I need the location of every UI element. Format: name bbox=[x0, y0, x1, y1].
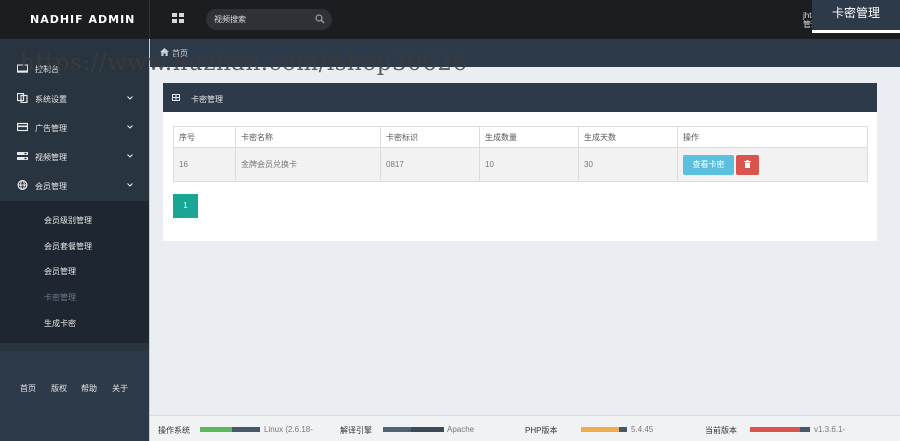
status-engine-label: 解译引擎 bbox=[340, 426, 372, 435]
status-php-label: PHP版本 bbox=[525, 426, 558, 435]
submenu-item-member-packages[interactable]: 会员套餐管理 bbox=[44, 241, 92, 252]
submenu-item-member-levels[interactable]: 会员级别管理 bbox=[44, 215, 92, 226]
column-header-actions: 操作 bbox=[677, 126, 868, 148]
status-engine-bar bbox=[383, 427, 444, 432]
sidebar-item-videos[interactable]: 视频管理 bbox=[0, 142, 149, 171]
members-submenu: 会员级别管理 会员套餐管理 会员管理 卡密管理 生成卡密 bbox=[0, 201, 149, 343]
panel-title: 卡密管理 bbox=[191, 95, 223, 104]
table-icon bbox=[172, 94, 180, 101]
chevron-down-icon bbox=[127, 154, 133, 158]
submenu-item-card-codes[interactable]: 卡密管理 bbox=[44, 292, 76, 303]
column-header-id: 序号 bbox=[173, 126, 236, 148]
sidebar-item-label: 视频管理 bbox=[35, 153, 67, 162]
brand-logo[interactable]: NADHIF ADMIN bbox=[0, 0, 150, 39]
sidebar-item-label: 系统设置 bbox=[35, 95, 67, 104]
panel-body: 序号 卡密名称 卡密标识 生成数量 生成天数 操作 16 金牌会员兑换卡 081… bbox=[163, 112, 877, 241]
delete-button[interactable] bbox=[736, 154, 759, 175]
cell-id: 16 bbox=[173, 147, 236, 182]
footer-link-help[interactable]: 帮助 bbox=[81, 383, 97, 394]
search-input[interactable] bbox=[214, 13, 314, 26]
watermark-url: https://www.huzhan.com/ishop30626 bbox=[20, 50, 468, 76]
footer-link-copyright[interactable]: 版权 bbox=[51, 383, 67, 394]
status-php-value: 5.4.45 bbox=[631, 425, 654, 434]
copy-icon bbox=[17, 93, 28, 103]
sidebar-divider bbox=[149, 39, 150, 441]
cell-days: 30 bbox=[578, 147, 678, 182]
server-icon bbox=[17, 152, 28, 160]
table-row: 16 金牌会员兑换卡 0817 10 30 查看卡密 bbox=[173, 147, 868, 182]
chevron-down-icon bbox=[127, 183, 133, 187]
cell-name: 金牌会员兑换卡 bbox=[235, 147, 381, 182]
status-bar: 操作系统 Linux (2.6.18- 解译引擎 Apache PHP版本 5.… bbox=[150, 415, 900, 441]
panel-header: 卡密管理 bbox=[163, 83, 877, 112]
status-version-bar bbox=[750, 427, 810, 432]
cell-code: 0817 bbox=[380, 147, 480, 182]
table-header-row: 序号 卡密名称 卡密标识 生成数量 生成天数 操作 bbox=[173, 126, 868, 148]
card-code-table: 序号 卡密名称 卡密标识 生成数量 生成天数 操作 16 金牌会员兑换卡 081… bbox=[173, 126, 868, 182]
footer-link-about[interactable]: 关于 bbox=[112, 383, 128, 394]
trash-icon bbox=[744, 159, 751, 168]
card-icon bbox=[17, 122, 28, 132]
sidebar-item-settings[interactable]: 系统设置 bbox=[0, 84, 149, 113]
status-os-label: 操作系统 bbox=[158, 426, 190, 435]
page-title: 卡密管理 bbox=[812, 0, 900, 33]
status-engine-value: Apache bbox=[447, 425, 475, 434]
submenu-item-generate-codes[interactable]: 生成卡密 bbox=[44, 318, 76, 329]
cell-actions: 查看卡密 bbox=[677, 147, 868, 182]
search-icon[interactable] bbox=[315, 14, 325, 24]
top-bar: NADHIF ADMIN jht338339 管理员 bbox=[0, 0, 900, 39]
sidebar-item-label: 广告管理 bbox=[35, 124, 67, 133]
logo-divider bbox=[149, 0, 150, 39]
column-header-days: 生成天数 bbox=[578, 126, 678, 148]
chevron-down-icon bbox=[127, 125, 133, 129]
globe-icon bbox=[17, 180, 28, 190]
submenu-item-members[interactable]: 会员管理 bbox=[44, 266, 76, 277]
status-os-value: Linux (2.6.18- bbox=[264, 425, 313, 434]
status-version-label: 当前版本 bbox=[705, 426, 737, 435]
sidebar-item-members[interactable]: 会员管理 bbox=[0, 171, 149, 200]
status-os-bar bbox=[200, 427, 260, 432]
column-header-name: 卡密名称 bbox=[235, 126, 381, 148]
search-box bbox=[206, 9, 332, 30]
chevron-down-icon bbox=[127, 96, 133, 100]
view-codes-button[interactable]: 查看卡密 bbox=[683, 154, 734, 175]
sidebar-item-label: 会员管理 bbox=[35, 182, 67, 191]
column-header-code: 卡密标识 bbox=[380, 126, 480, 148]
footer-link-home[interactable]: 首页 bbox=[20, 383, 36, 394]
grid-menu-icon[interactable] bbox=[172, 13, 184, 24]
pagination-page-1[interactable]: 1 bbox=[173, 194, 198, 218]
sidebar-item-ads[interactable]: 广告管理 bbox=[0, 113, 149, 142]
status-version-value: v1.3.6.1- bbox=[814, 425, 846, 434]
status-php-bar bbox=[581, 427, 627, 432]
column-header-count: 生成数量 bbox=[479, 126, 579, 148]
sidebar-footer: 首页 版权 帮助 关于 bbox=[0, 351, 149, 441]
cell-count: 10 bbox=[479, 147, 579, 182]
